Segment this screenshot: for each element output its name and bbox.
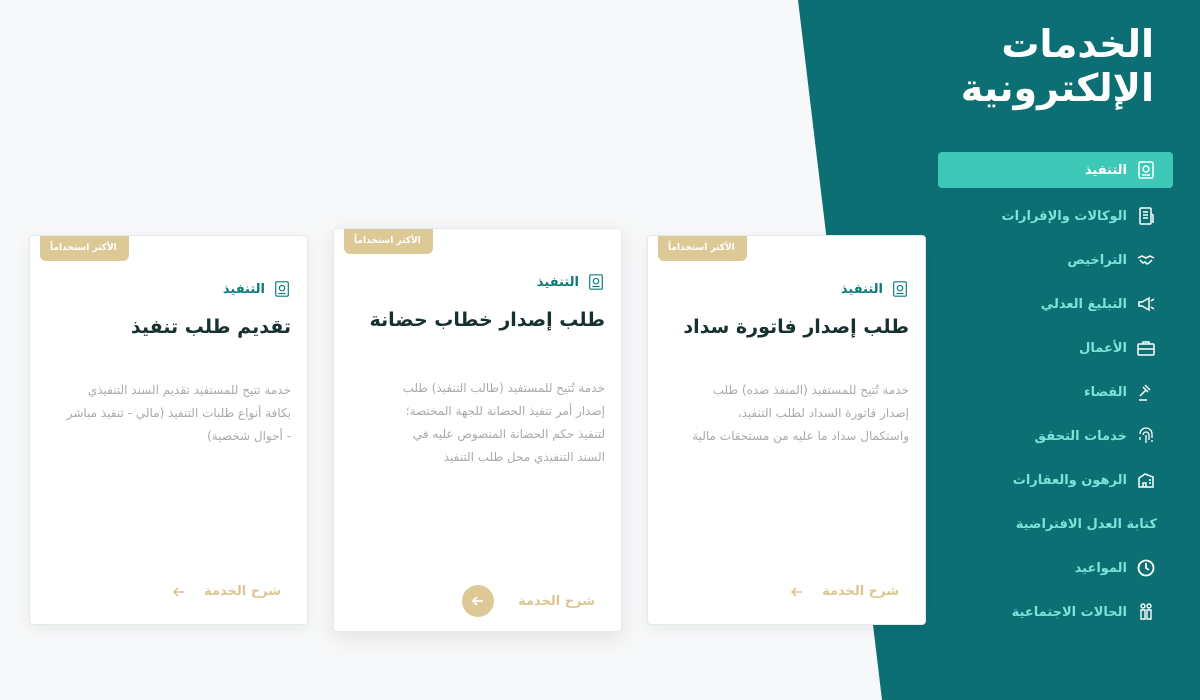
- description-line: خدمة تتيح للمستفيد تقديم السند التنفيذي: [87, 383, 291, 397]
- document-icon: [1135, 205, 1157, 227]
- description-line: خدمة تُتيح للمستفيد (المنفذ ضده) طلب: [712, 383, 909, 397]
- building-icon: [1135, 469, 1157, 491]
- description-line: - أحوال شخصية): [207, 429, 291, 443]
- sidebar-title: الخدمات الإلكترونية: [894, 22, 1154, 110]
- sidebar-item-judiciary[interactable]: القضاء: [938, 370, 1173, 414]
- sidebar-title-line2: الإلكترونية: [960, 66, 1154, 110]
- services-sidebar: الخدمات الإلكترونية التنفيذ الوكالات وال…: [910, 0, 1200, 700]
- description-line: لتنفيذ حكم الحضانة المنصوص عليه في: [412, 427, 605, 441]
- card-category: التنفيذ: [223, 280, 291, 298]
- card-title: طلب إصدار فاتورة سداد: [683, 316, 909, 338]
- card-category-label: التنفيذ: [536, 274, 579, 290]
- card-category: التنفيذ: [537, 273, 605, 291]
- sidebar-item-appointments[interactable]: المواعيد: [938, 546, 1173, 590]
- sidebar-item-label: التبليغ العدلي: [1040, 296, 1127, 312]
- handshake-icon: [1135, 249, 1157, 271]
- description-line: واستكمال سداد ما عليه من مستحقات مالية: [692, 429, 909, 443]
- service-card[interactable]: الأكثر استخداماً التنفيذ تقديم طلب تنفيذ…: [29, 235, 308, 625]
- sidebar-item-virtual-notary[interactable]: كتابة العدل الافتراضية: [938, 502, 1173, 546]
- family-icon: [1135, 601, 1157, 623]
- most-used-badge: الأكثر استخداماً: [658, 236, 747, 261]
- sidebar-item-label: خدمات التحقق: [1034, 428, 1128, 444]
- sidebar-item-agencies[interactable]: الوكالات والإقرارات: [938, 194, 1173, 238]
- description-line: إصدار فاتورة السداد لطلب التنفيذ،: [737, 406, 909, 420]
- card-category-label: التنفيذ: [840, 281, 883, 297]
- card-category: التنفيذ: [841, 280, 909, 298]
- description-line: السند التنفيذي محل طلب التنفيذ: [443, 450, 605, 464]
- sidebar-item-verification[interactable]: خدمات التحقق: [938, 414, 1173, 458]
- explain-service-link[interactable]: شرح الخدمة: [790, 584, 899, 599]
- card-description: خدمة تتيح للمستفيد تقديم السند التنفيذي …: [67, 379, 291, 448]
- sidebar-item-label: كتابة العدل الافتراضية: [1015, 516, 1157, 532]
- arrow-left-icon: [462, 585, 495, 617]
- explain-service-label: شرح الخدمة: [518, 593, 595, 609]
- sidebar-item-label: المواعيد: [1074, 560, 1127, 576]
- most-used-badge: الأكثر استخداماً: [40, 236, 129, 261]
- execution-icon: [1135, 159, 1157, 181]
- sidebar-item-label: الحالات الاجتماعية: [1011, 604, 1127, 620]
- service-card[interactable]: الأكثر استخداماً التنفيذ طلب إصدار فاتور…: [647, 235, 926, 625]
- explain-service-link[interactable]: شرح الخدمة: [172, 584, 281, 599]
- description-line: إصدار أمر تنفيذ الحضانة للجهة المختصة؛: [405, 404, 605, 418]
- sidebar-title-line1: الخدمات: [1001, 22, 1154, 66]
- sidebar-item-execution[interactable]: التنفيذ: [938, 152, 1173, 188]
- sidebar-item-business[interactable]: الأعمال: [938, 326, 1173, 370]
- sidebar-item-label: الوكالات والإقرارات: [1001, 208, 1127, 224]
- sidebar-item-licenses[interactable]: التراخيص: [938, 238, 1173, 282]
- sidebar-item-judicial-notification[interactable]: التبليغ العدلي: [938, 282, 1173, 326]
- sidebar-item-label: القضاء: [1083, 384, 1127, 400]
- clock-icon: [1135, 557, 1157, 579]
- gavel-icon: [1135, 381, 1157, 403]
- card-title: تقديم طلب تنفيذ: [130, 316, 291, 338]
- sidebar-item-label: الأعمال: [1079, 340, 1127, 356]
- megaphone-icon: [1135, 293, 1157, 315]
- sidebar-item-mortgages[interactable]: الرهون والعقارات: [938, 458, 1173, 502]
- card-description: خدمة تُتيح للمستفيد (المنفذ ضده) طلب إصد…: [692, 379, 909, 448]
- card-category-label: التنفيذ: [222, 281, 265, 297]
- card-description: خدمة تُتيح للمستفيد (طالب التنفيذ) طلب إ…: [403, 377, 605, 469]
- most-used-badge: الأكثر استخداماً: [344, 229, 433, 254]
- sidebar-item-label: الرهون والعقارات: [1012, 472, 1127, 488]
- sidebar-item-label: التنفيذ: [1084, 162, 1127, 178]
- description-line: خدمة تُتيح للمستفيد (طالب التنفيذ) طلب: [402, 381, 605, 395]
- sidebar-item-social-status[interactable]: الحالات الاجتماعية: [938, 590, 1173, 634]
- arrow-left-icon: [790, 585, 804, 599]
- explain-service-label: شرح الخدمة: [822, 584, 899, 599]
- briefcase-icon: [1135, 337, 1157, 359]
- execution-icon: [891, 280, 909, 298]
- sidebar-item-label: التراخيص: [1067, 252, 1127, 268]
- arrow-left-icon: [172, 585, 186, 599]
- service-card[interactable]: الأكثر استخداماً التنفيذ طلب إصدار خطاب …: [333, 228, 622, 632]
- services-menu: التنفيذ الوكالات والإقرارات التراخيص الت…: [938, 152, 1173, 634]
- fingerprint-icon: [1135, 425, 1157, 447]
- description-line: بكافة أنواع طلبات التنفيذ (مالي - تنفيذ …: [66, 406, 291, 420]
- execution-icon: [273, 280, 291, 298]
- execution-icon: [587, 273, 605, 291]
- card-title: طلب إصدار خطاب حضانة: [369, 309, 605, 331]
- explain-service-label: شرح الخدمة: [204, 584, 281, 599]
- explain-service-link[interactable]: شرح الخدمة: [462, 585, 595, 617]
